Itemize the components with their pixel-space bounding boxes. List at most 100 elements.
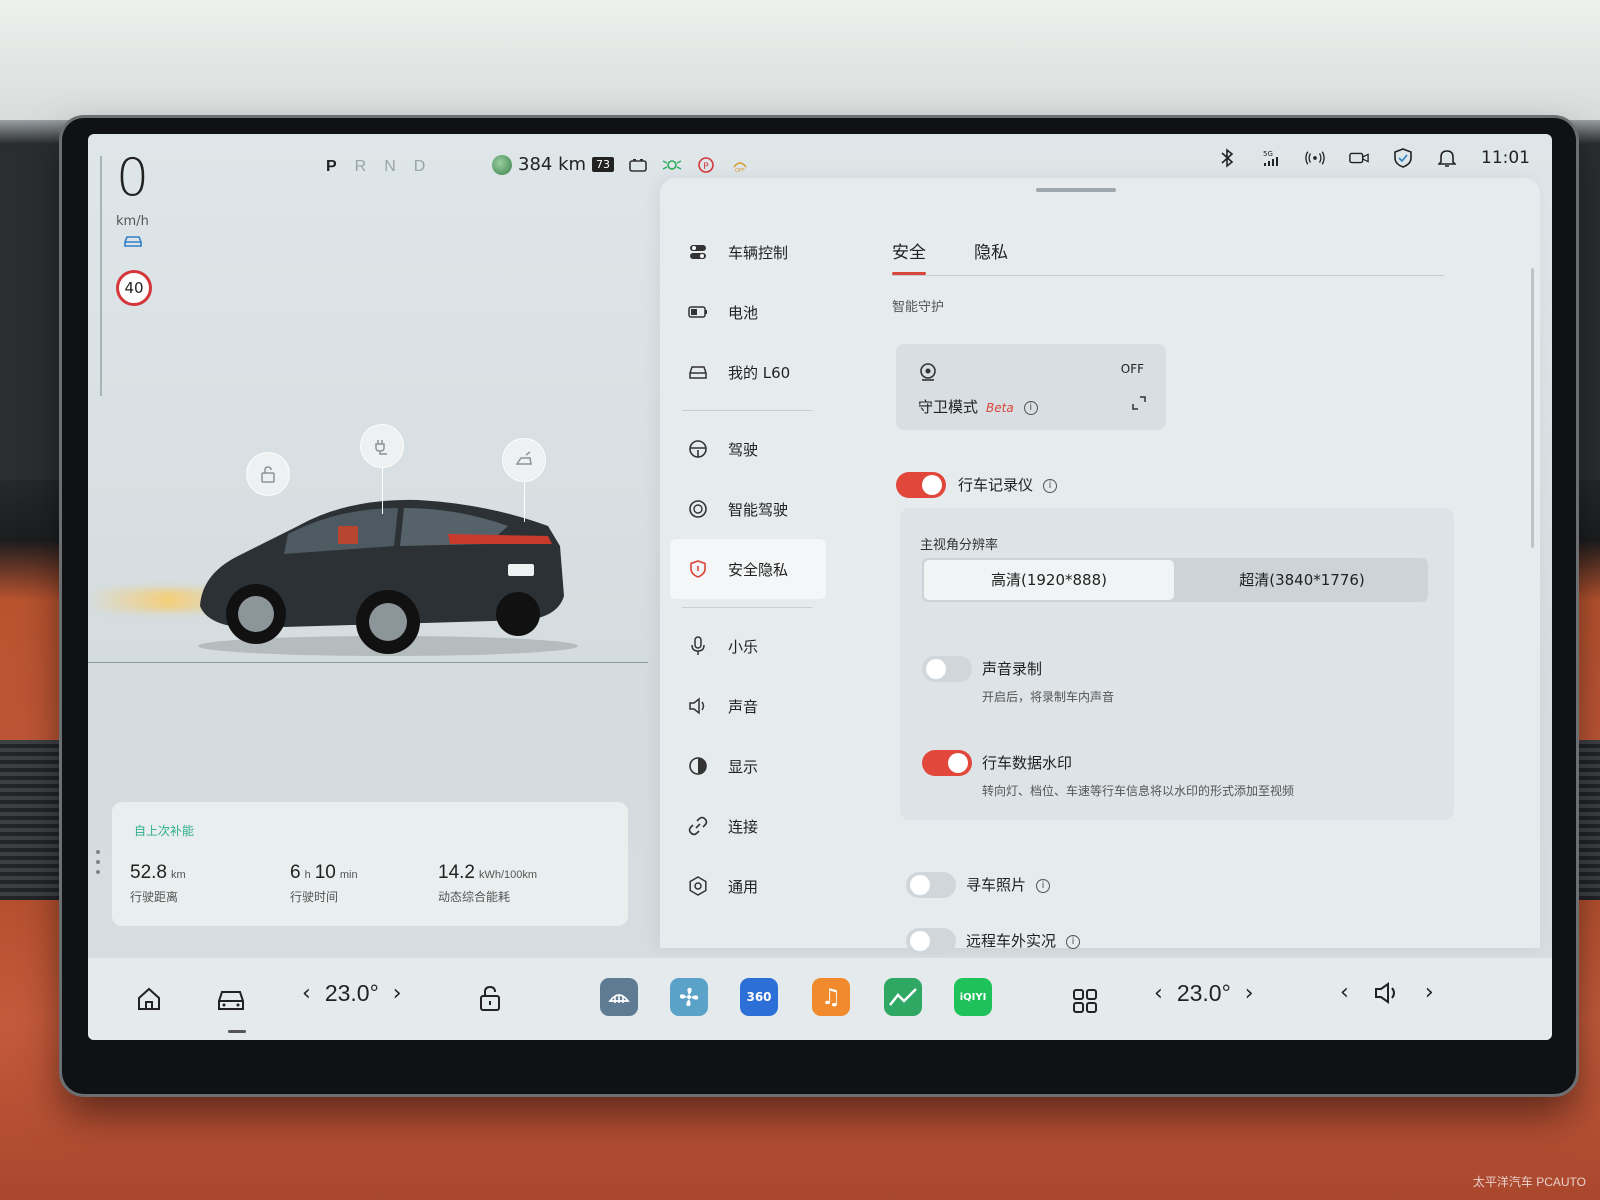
nav-item-battery[interactable]: 电池 — [670, 282, 826, 342]
speed-bar — [100, 156, 102, 396]
resolution-option-hd[interactable]: 高清(1920*888) — [924, 560, 1174, 600]
mic-icon — [688, 636, 708, 656]
earth-icon — [492, 154, 512, 175]
tab-privacy[interactable]: 隐私 — [974, 238, 1008, 263]
bluetooth-icon[interactable] — [1217, 148, 1237, 168]
nav-label: 连接 — [728, 817, 759, 836]
remote-view-label: 远程车外实况 — [966, 932, 1057, 950]
dashcam-label: 行车记录仪 — [958, 476, 1034, 494]
audio-recording-toggle[interactable] — [922, 656, 972, 682]
fan-app-icon[interactable] — [670, 978, 708, 1016]
resolution-option-uhd[interactable]: 超清(3840*1776) — [1176, 558, 1428, 602]
temp-up-chevron-icon[interactable]: › — [1245, 981, 1254, 1006]
distance-unit: km — [170, 869, 186, 881]
temp-down-chevron-icon[interactable]: ‹ — [1154, 981, 1163, 1006]
charge-port-leader — [382, 468, 383, 514]
gear-p: P — [326, 158, 355, 175]
vehicle-image — [198, 499, 578, 656]
nav-item-connection[interactable]: 连接 — [670, 796, 826, 856]
panel-scrollbar[interactable] — [1531, 268, 1534, 548]
expand-icon[interactable] — [1132, 396, 1146, 410]
clock: 11:01 — [1481, 148, 1530, 168]
nav-item-smart-driving[interactable]: 智能驾驶 — [670, 479, 826, 539]
trunk-bubble[interactable] — [502, 438, 546, 482]
nav-label: 显示 — [728, 757, 759, 776]
info-icon[interactable]: i — [1036, 878, 1051, 893]
nav-item-general[interactable]: 通用 — [670, 856, 826, 916]
time-minutes-unit: min — [339, 869, 358, 881]
volume-icon[interactable] — [1373, 981, 1401, 1005]
section-title: 智能守护 — [892, 300, 945, 315]
trip-title: 自上次补能 — [134, 824, 195, 838]
guard-mode-card[interactable]: OFF 守卫模式 Beta i — [896, 344, 1166, 430]
info-icon[interactable]: i — [1043, 478, 1058, 493]
camera-icon — [920, 363, 936, 381]
settings-panel: 车辆控制 电池 我的 L60 驾驶 智能驾驶 安全隐私 小乐 声音 显示 连接 … — [660, 178, 1540, 954]
nav-item-sound[interactable]: 声音 — [670, 676, 826, 736]
energy-label: 动态综合能耗 — [438, 890, 511, 904]
panel-drag-handle[interactable] — [1036, 188, 1116, 192]
time-hours-unit: h — [304, 869, 311, 881]
watermark-toggle[interactable] — [922, 750, 972, 776]
nav-label: 车辆控制 — [728, 243, 789, 262]
battery-warning-icon — [629, 158, 647, 172]
settings-nav: 车辆控制 电池 我的 L60 驾驶 智能驾驶 安全隐私 小乐 声音 显示 连接 … — [670, 222, 826, 916]
dashcam-toggle[interactable] — [896, 472, 946, 498]
nav-label: 智能驾驶 — [728, 500, 789, 519]
charge-port-bubble[interactable] — [360, 424, 404, 468]
hotspot-icon[interactable] — [1305, 148, 1325, 168]
nav-item-voice-assistant[interactable]: 小乐 — [670, 616, 826, 676]
beta-badge: Beta — [986, 401, 1014, 415]
nav-item-driving[interactable]: 驾驶 — [670, 419, 826, 479]
gear-icon — [688, 876, 708, 896]
driver-temp: 23.0° — [324, 980, 379, 1006]
nav-item-my-l60[interactable]: 我的 L60 — [670, 342, 826, 402]
esc-off-icon: OFF — [733, 161, 747, 173]
svg-text:P: P — [703, 162, 709, 172]
range-indicator: 384 km 73 P OFF — [492, 154, 750, 175]
info-icon[interactable]: i — [1066, 934, 1081, 949]
iqiyi-app-icon[interactable]: iQIYI — [954, 978, 992, 1016]
svg-text:OFF: OFF — [735, 168, 745, 173]
gear-r: R — [354, 158, 385, 175]
security-shield-icon[interactable] — [1393, 148, 1413, 168]
remote-view-toggle[interactable] — [906, 928, 956, 954]
volume-control: ‹ › — [1326, 980, 1448, 1005]
find-car-toggle[interactable] — [906, 872, 956, 898]
info-icon[interactable]: i — [1023, 400, 1038, 415]
notification-bell-icon[interactable] — [1437, 148, 1457, 168]
page-dots[interactable] — [96, 850, 100, 880]
temp-up-chevron-icon[interactable]: › — [393, 981, 402, 1006]
tab-security[interactable]: 安全 — [892, 238, 926, 275]
nav-item-security-privacy[interactable]: 安全隐私 — [670, 539, 826, 599]
home-icon[interactable] — [136, 986, 162, 1012]
temp-down-chevron-icon[interactable]: ‹ — [302, 981, 311, 1006]
nav-divider — [682, 607, 812, 608]
unlock-bubble[interactable] — [246, 452, 290, 496]
360-camera-app-icon[interactable]: 360 — [740, 978, 778, 1016]
trunk-leader — [524, 482, 525, 522]
car-dock-icon[interactable] — [216, 988, 246, 1012]
stocks-app-icon[interactable] — [884, 978, 922, 1016]
speed-readout: 0 — [116, 148, 150, 208]
nav-item-vehicle-control[interactable]: 车辆控制 — [670, 222, 826, 282]
volume-up-chevron-icon[interactable]: › — [1425, 980, 1434, 1005]
parking-brake-icon: P — [698, 156, 714, 173]
watermark-desc: 转向灯、档位、车速等行车信息将以水印的形式添加至视频 — [982, 784, 1295, 798]
guard-label-row: 守卫模式 Beta i — [918, 396, 1038, 417]
steering-icon — [688, 439, 708, 459]
time-hours: 6 — [290, 862, 301, 883]
volume-down-chevron-icon[interactable]: ‹ — [1340, 980, 1349, 1005]
music-app-icon[interactable]: ♫ — [812, 978, 850, 1016]
energy-unit: kWh/100km — [478, 869, 538, 881]
defrost-app-icon[interactable] — [600, 978, 638, 1016]
dashcam-icon[interactable] — [1349, 148, 1369, 168]
lock-icon[interactable] — [478, 984, 502, 1012]
shield-icon — [688, 559, 708, 579]
audio-recording-desc: 开启后，将录制车内声音 — [982, 690, 1115, 704]
nav-label: 我的 L60 — [728, 363, 791, 382]
system-status: 5G 11:01 — [1217, 148, 1530, 168]
battery-icon — [688, 302, 708, 322]
nav-item-display[interactable]: 显示 — [670, 736, 826, 796]
app-grid-icon[interactable] — [1072, 988, 1098, 1014]
